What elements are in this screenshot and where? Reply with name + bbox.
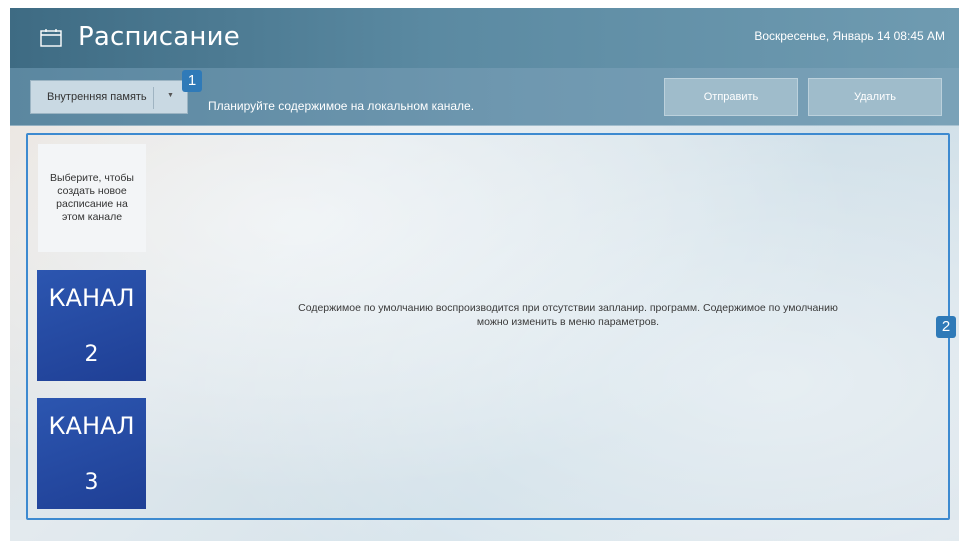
channel-label: КАНАЛ bbox=[48, 284, 135, 312]
storage-dropdown[interactable]: Внутренняя память ▼ bbox=[30, 80, 188, 114]
calendar-icon bbox=[40, 29, 62, 47]
callout-marker-2: 2 bbox=[936, 316, 956, 338]
page-title: Расписание bbox=[78, 22, 240, 52]
bottom-strip bbox=[10, 520, 959, 541]
date-time: Воскресенье, Январь 14 08:45 AM bbox=[754, 29, 945, 43]
schedule-screen: Расписание Воскресенье, Январь 14 08:45 … bbox=[10, 8, 959, 541]
channel-tile-3[interactable]: КАНАЛ 3 bbox=[37, 398, 146, 509]
new-schedule-tile[interactable]: Выберите, чтобы создать новое расписание… bbox=[38, 144, 146, 252]
toolbar-hint: Планируйте содержимое на локальном канал… bbox=[208, 99, 475, 113]
channel-tile-2[interactable]: КАНАЛ 2 bbox=[37, 270, 146, 381]
chevron-down-icon: ▼ bbox=[167, 92, 174, 99]
dropdown-divider bbox=[153, 87, 154, 109]
channel-number: 3 bbox=[84, 470, 99, 495]
send-button[interactable]: Отправить bbox=[664, 78, 798, 116]
default-content-message: Содержимое по умолчанию воспроизводится … bbox=[298, 302, 838, 328]
header-bar: Расписание Воскресенье, Январь 14 08:45 … bbox=[10, 8, 959, 68]
channel-label: КАНАЛ bbox=[48, 412, 135, 440]
toolbar: Внутренняя память ▼ 1 Планируйте содержи… bbox=[10, 68, 959, 126]
delete-button[interactable]: Удалить bbox=[808, 78, 942, 116]
storage-dropdown-value: Внутренняя память bbox=[47, 91, 147, 103]
callout-marker-1: 1 bbox=[182, 70, 202, 92]
new-schedule-tile-text: Выберите, чтобы создать новое расписание… bbox=[50, 172, 134, 223]
channel-number: 2 bbox=[84, 342, 99, 367]
